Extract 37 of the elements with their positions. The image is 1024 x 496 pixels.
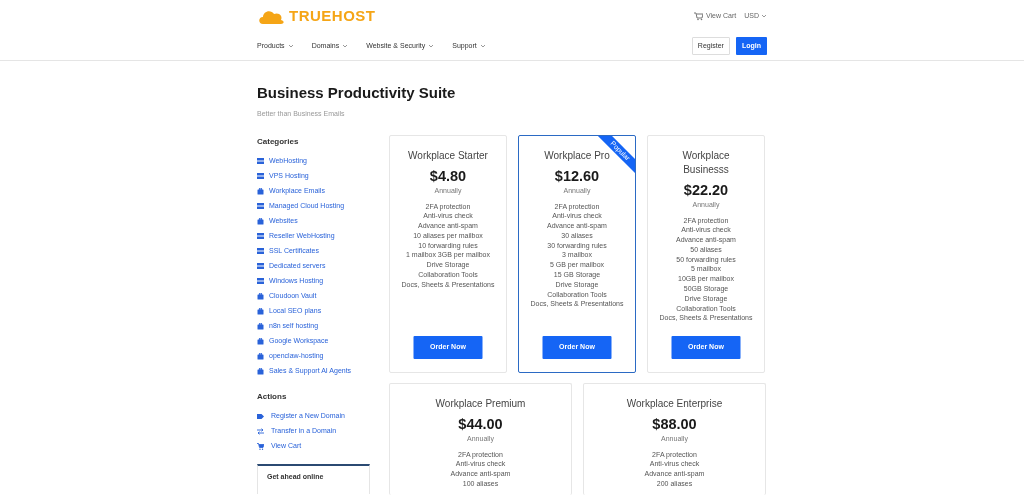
caret-icon [479,44,485,48]
server-icon [257,202,264,210]
server-icon [257,232,264,240]
caret-icon [287,44,293,48]
server-icon [257,247,264,255]
tag-icon [257,412,264,420]
plan-price: $4.80 [429,166,467,185]
briefcase-icon [257,217,264,225]
plan-price: $88.00 [652,414,697,433]
server-icon [257,262,264,270]
briefcase-icon [257,322,264,330]
briefcase-icon [257,187,264,195]
briefcase-icon [257,367,264,375]
transfer-icon [257,427,264,435]
plan-price: $44.00 [458,414,503,433]
plan-name: Workplace Starter [408,148,488,163]
plan-price: $22.20 [683,180,729,199]
cart-icon [694,11,703,21]
plan-price: $12.60 [554,166,600,185]
caret-icon [428,44,434,48]
server-icon [257,277,264,285]
briefcase-icon [257,337,264,345]
briefcase-icon [257,292,264,300]
server-icon [257,172,264,180]
briefcase-icon [257,352,264,360]
caret-icon [761,14,767,18]
cart-icon [257,442,264,450]
plan-name: Workplace Pro [544,148,610,163]
page-title: Business Productivity Suite [257,84,456,102]
server-icon [257,157,264,165]
sidebar-heading: Categories [257,135,299,148]
briefcase-icon [257,307,264,315]
plan-name: Workplace Premium [435,396,526,411]
plan-name: Workplace Businesss [681,148,731,177]
caret-icon [342,44,348,48]
sidebar-heading: Actions [257,390,287,403]
plan-name: Workplace Enterprise [626,396,723,411]
